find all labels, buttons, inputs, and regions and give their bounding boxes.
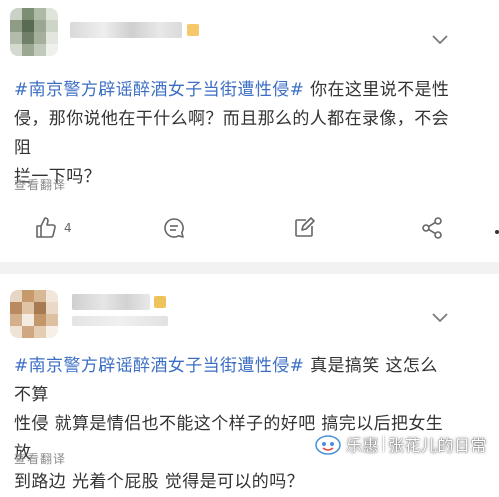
hashtag-link[interactable]: #南京警方辟谣醉酒女子当街遭性侵# (14, 80, 304, 100)
hashtag-link[interactable]: #南京警方辟谣醉酒女子当街遭性侵# (14, 356, 304, 376)
translate-link[interactable]: 查看翻译 (14, 176, 66, 193)
repost-button[interactable] (292, 208, 316, 248)
user-badge-blurred (154, 296, 166, 308)
comment-button[interactable] (162, 208, 186, 248)
chevron-down-icon[interactable] (431, 34, 449, 46)
comment-line: #南京警方辟谣醉酒女子当街遭性侵# 你在这里说不是性 (14, 80, 450, 100)
comment-icon (164, 218, 184, 238)
like-count: 4 (64, 221, 72, 235)
chevron-down-icon[interactable] (431, 312, 449, 324)
translate-link[interactable]: 查看翻译 (14, 450, 66, 467)
user-badge-blurred (187, 24, 199, 36)
watermark-account: 张花儿的日常 (387, 436, 487, 455)
comment-text: #南京警方辟谣醉酒女子当街遭性侵# 真是搞笑 这怎么不算 性侵 就算是情侣也不能… (14, 352, 454, 497)
comment-line: 到路边 光着个屁股 觉得是可以的吗？ (14, 472, 305, 492)
edit-icon (295, 217, 315, 237)
share-icon (422, 217, 442, 239)
username-blurred[interactable] (70, 22, 182, 38)
avatar[interactable] (10, 290, 58, 338)
username-blurred[interactable] (72, 294, 150, 310)
comment-line: 侵，那你说他在干什么啊？而且那么的人都在录像，不会阻 (14, 109, 449, 158)
comment-text: #南京警方辟谣醉酒女子当街遭性侵# 你在这里说不是性 侵，那你说他在干什么啊？而… (14, 76, 454, 192)
section-divider (0, 262, 499, 274)
comment-header (0, 0, 499, 58)
comment-line: #南京警方辟谣醉酒女子当街遭性侵# 真是搞笑 这怎么不算 (14, 356, 438, 405)
comment-header (0, 280, 499, 338)
thumbs-up-icon (36, 217, 56, 238)
comment-card: #南京警方辟谣醉酒女子当街遭性侵# 你在这里说不是性 侵，那你说他在干什么啊？而… (0, 0, 499, 258)
watermark-platform: 乐惠 (345, 436, 379, 455)
watermark: 乐惠 张花儿的日常 (314, 432, 487, 456)
like-button[interactable]: 4 (34, 208, 72, 248)
avatar[interactable] (10, 8, 58, 56)
sohu-logo-icon (315, 435, 341, 455)
watermark-separator (382, 436, 384, 452)
share-button[interactable] (420, 208, 444, 248)
comment-line: 拦一下吗？ (14, 167, 101, 187)
action-bar: 4 (0, 208, 499, 248)
meta-blurred (72, 316, 168, 326)
edge-dot (495, 230, 499, 234)
